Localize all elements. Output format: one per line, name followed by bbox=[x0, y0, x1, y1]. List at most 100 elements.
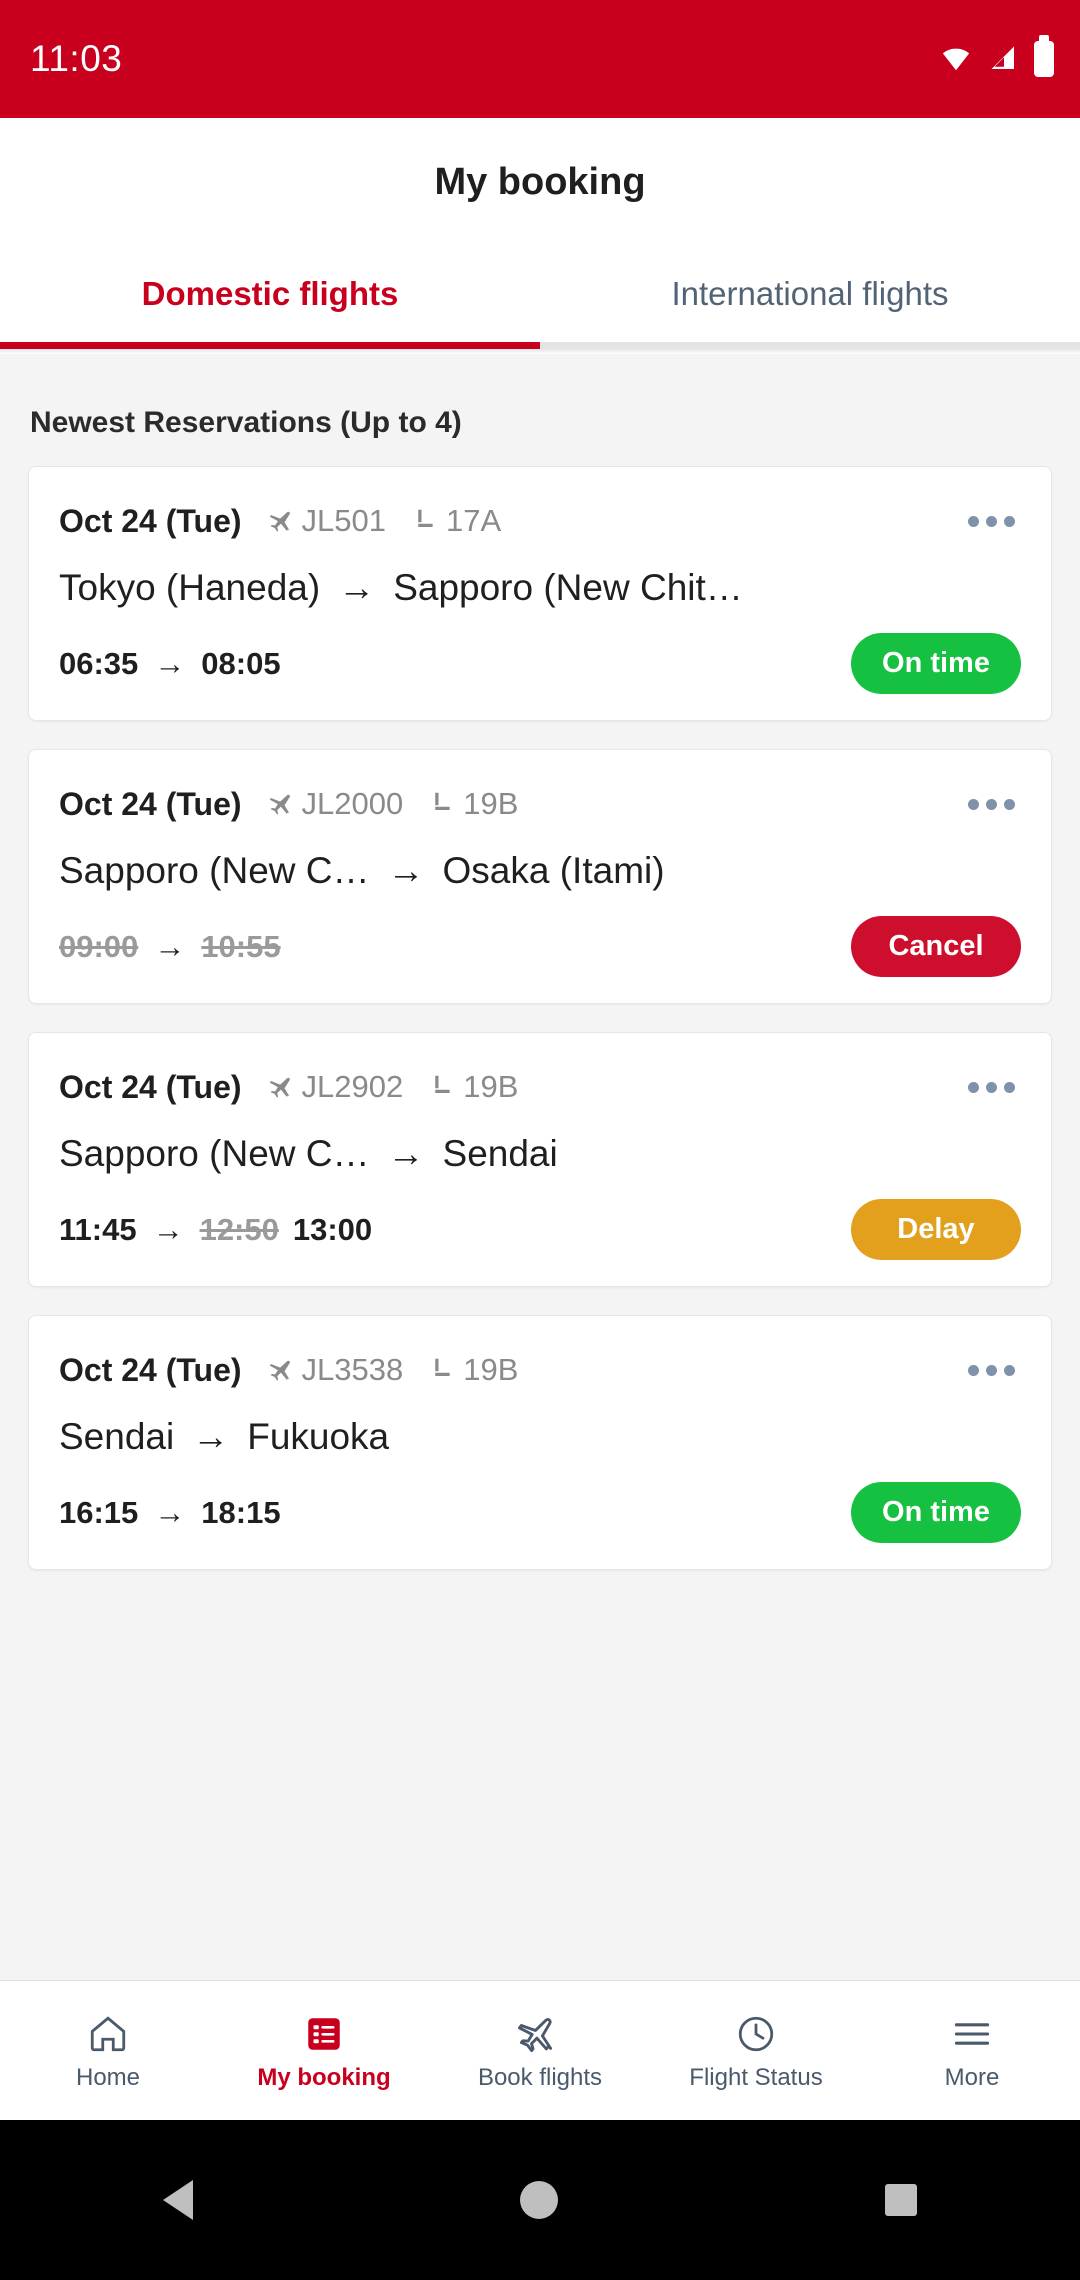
origin-airport: Sapporo (New C… bbox=[59, 1133, 370, 1174]
flight-times: 09:00 → 10:55 bbox=[59, 929, 281, 965]
flight-number-group: JL501 bbox=[268, 503, 386, 539]
home-circle-icon[interactable] bbox=[519, 2181, 558, 2219]
nav-item-more-label: More bbox=[944, 2063, 1000, 2091]
arrival-time: 12:50 bbox=[199, 1211, 279, 1247]
origin-airport: Tokyo (Haneda) bbox=[59, 567, 321, 608]
flight-route: Tokyo (Haneda) → Sapporo (New Chit… bbox=[59, 567, 1021, 609]
more-options-icon[interactable] bbox=[962, 506, 1021, 537]
flight-number: JL501 bbox=[301, 503, 387, 538]
booking-list-icon bbox=[303, 2010, 345, 2058]
arrival-time: 08:05 bbox=[201, 645, 281, 681]
more-options-icon[interactable] bbox=[962, 1355, 1021, 1386]
more-options-icon[interactable] bbox=[962, 789, 1021, 820]
battery-icon bbox=[1034, 35, 1054, 77]
flight-number-group: JL3538 bbox=[268, 1352, 404, 1388]
nav-item-more[interactable]: More bbox=[864, 2010, 1080, 2092]
departure-time: 11:45 bbox=[59, 1211, 137, 1247]
flight-route: Sapporo (New C… → Sendai bbox=[59, 1133, 1021, 1175]
status-badge[interactable]: Cancel bbox=[851, 916, 1021, 977]
bottom-navigation: Home My booking Book flights Flight Stat… bbox=[0, 1980, 1080, 2120]
airplane-icon bbox=[268, 789, 298, 819]
more-options-icon[interactable] bbox=[962, 1072, 1021, 1103]
reservation-card[interactable]: Oct 24 (Tue) JL2000 19B Sapporo (New C… → Osa… bbox=[28, 749, 1052, 1004]
nav-item-book-flights[interactable]: Book flights bbox=[432, 2010, 648, 2092]
departure-time: 06:35 bbox=[59, 645, 139, 681]
dot bbox=[968, 798, 979, 810]
wifi-icon bbox=[938, 44, 974, 74]
route-arrow-icon: → bbox=[192, 1416, 230, 1457]
airplane-icon bbox=[268, 1355, 298, 1385]
tab-active-indicator bbox=[0, 342, 540, 349]
nav-item-home[interactable]: Home bbox=[0, 2010, 216, 2092]
destination-airport: Sendai bbox=[442, 1133, 558, 1174]
seat-icon bbox=[412, 506, 442, 536]
status-bar-clock: 11:03 bbox=[30, 38, 123, 79]
flight-date: Oct 24 (Tue) bbox=[59, 785, 242, 822]
nav-item-my-booking-label: My booking bbox=[257, 2063, 391, 2091]
reservation-card[interactable]: Oct 24 (Tue) JL501 17A Tokyo (Haneda) → Sappo… bbox=[28, 466, 1052, 721]
flight-date: Oct 24 (Tue) bbox=[59, 1351, 242, 1388]
back-triangle-icon[interactable] bbox=[163, 2180, 194, 2220]
seat-icon bbox=[429, 1355, 459, 1385]
reservation-card[interactable]: Oct 24 (Tue) JL3538 19B Sendai → Fukuoka 16:15… bbox=[28, 1315, 1052, 1570]
reservation-card[interactable]: Oct 24 (Tue) JL2902 19B Sapporo (New C… → Sen… bbox=[28, 1032, 1052, 1287]
time-arrow-icon: → bbox=[154, 1494, 186, 1530]
destination-airport: Fukuoka bbox=[247, 1416, 390, 1457]
clock-icon bbox=[735, 2010, 777, 2058]
flight-number-group: JL2902 bbox=[268, 1069, 403, 1105]
seat-number: 19B bbox=[463, 786, 519, 821]
seat-group: 19B bbox=[429, 1352, 518, 1388]
dot bbox=[1004, 798, 1015, 810]
origin-airport: Sendai bbox=[59, 1416, 175, 1457]
reservation-card-header: Oct 24 (Tue) JL2902 19B bbox=[59, 1063, 1021, 1111]
nav-item-book-flights-label: Book flights bbox=[477, 2063, 603, 2091]
dot bbox=[968, 515, 979, 527]
departure-time: 16:15 bbox=[59, 1494, 139, 1530]
dot bbox=[968, 1081, 979, 1093]
flight-route: Sendai → Fukuoka bbox=[59, 1416, 1021, 1458]
revised-time: 13:00 bbox=[292, 1211, 373, 1247]
flight-number: JL3538 bbox=[301, 1352, 404, 1387]
seat-number: 17A bbox=[446, 503, 502, 538]
route-arrow-icon: → bbox=[387, 850, 425, 891]
seat-group: 19B bbox=[429, 1069, 518, 1105]
reservation-card-header: Oct 24 (Tue) JL2000 19B bbox=[59, 780, 1021, 828]
seat-group: 17A bbox=[412, 503, 501, 539]
flight-date: Oct 24 (Tue) bbox=[59, 1068, 242, 1105]
status-bar-icons bbox=[938, 35, 1054, 77]
flight-date: Oct 24 (Tue) bbox=[59, 502, 242, 539]
home-icon bbox=[87, 2010, 129, 2058]
tab-domestic-flights[interactable]: Domestic flights bbox=[0, 246, 540, 342]
destination-airport: Sapporo (New Chit… bbox=[393, 567, 743, 608]
seat-icon bbox=[429, 789, 459, 819]
airplane-icon bbox=[268, 1072, 298, 1102]
flight-number: JL2000 bbox=[301, 786, 404, 821]
dot bbox=[968, 1364, 979, 1376]
status-badge: On time bbox=[851, 1482, 1021, 1543]
nav-item-flight-status[interactable]: Flight Status bbox=[648, 2010, 864, 2092]
tab-indicator-track bbox=[0, 342, 1080, 349]
recents-square-icon[interactable] bbox=[884, 2184, 917, 2216]
time-arrow-icon: → bbox=[152, 1211, 184, 1247]
app-bar: My booking bbox=[0, 118, 1080, 246]
nav-item-home-label: Home bbox=[75, 2063, 141, 2091]
flight-times: 16:15 → 18:15 bbox=[59, 1495, 281, 1531]
flight-times: 06:35 → 08:05 bbox=[59, 646, 281, 682]
signal-icon bbox=[987, 44, 1021, 74]
seat-number: 19B bbox=[463, 1352, 519, 1387]
reservation-card-list: Oct 24 (Tue) JL501 17A Tokyo (Haneda) → Sappo… bbox=[28, 466, 1052, 1570]
flight-times: 11:45 → 12:50 13:00 bbox=[59, 1212, 372, 1248]
tab-international-flights[interactable]: International flights bbox=[540, 246, 1080, 342]
seat-group: 19B bbox=[429, 786, 518, 822]
arrival-time: 10:55 bbox=[201, 928, 281, 964]
page-title: My booking bbox=[434, 160, 646, 203]
reservation-card-footer: 16:15 → 18:15 On time bbox=[59, 1482, 1021, 1543]
tab-bar: Domestic flights International flights bbox=[0, 246, 1080, 342]
android-system-navigation bbox=[0, 2120, 1080, 2280]
seat-icon bbox=[429, 1072, 459, 1102]
nav-item-my-booking[interactable]: My booking bbox=[216, 2010, 432, 2092]
flight-number-group: JL2000 bbox=[268, 786, 404, 822]
dot bbox=[986, 1081, 997, 1093]
dot bbox=[986, 515, 997, 527]
airplane-icon bbox=[268, 506, 298, 536]
